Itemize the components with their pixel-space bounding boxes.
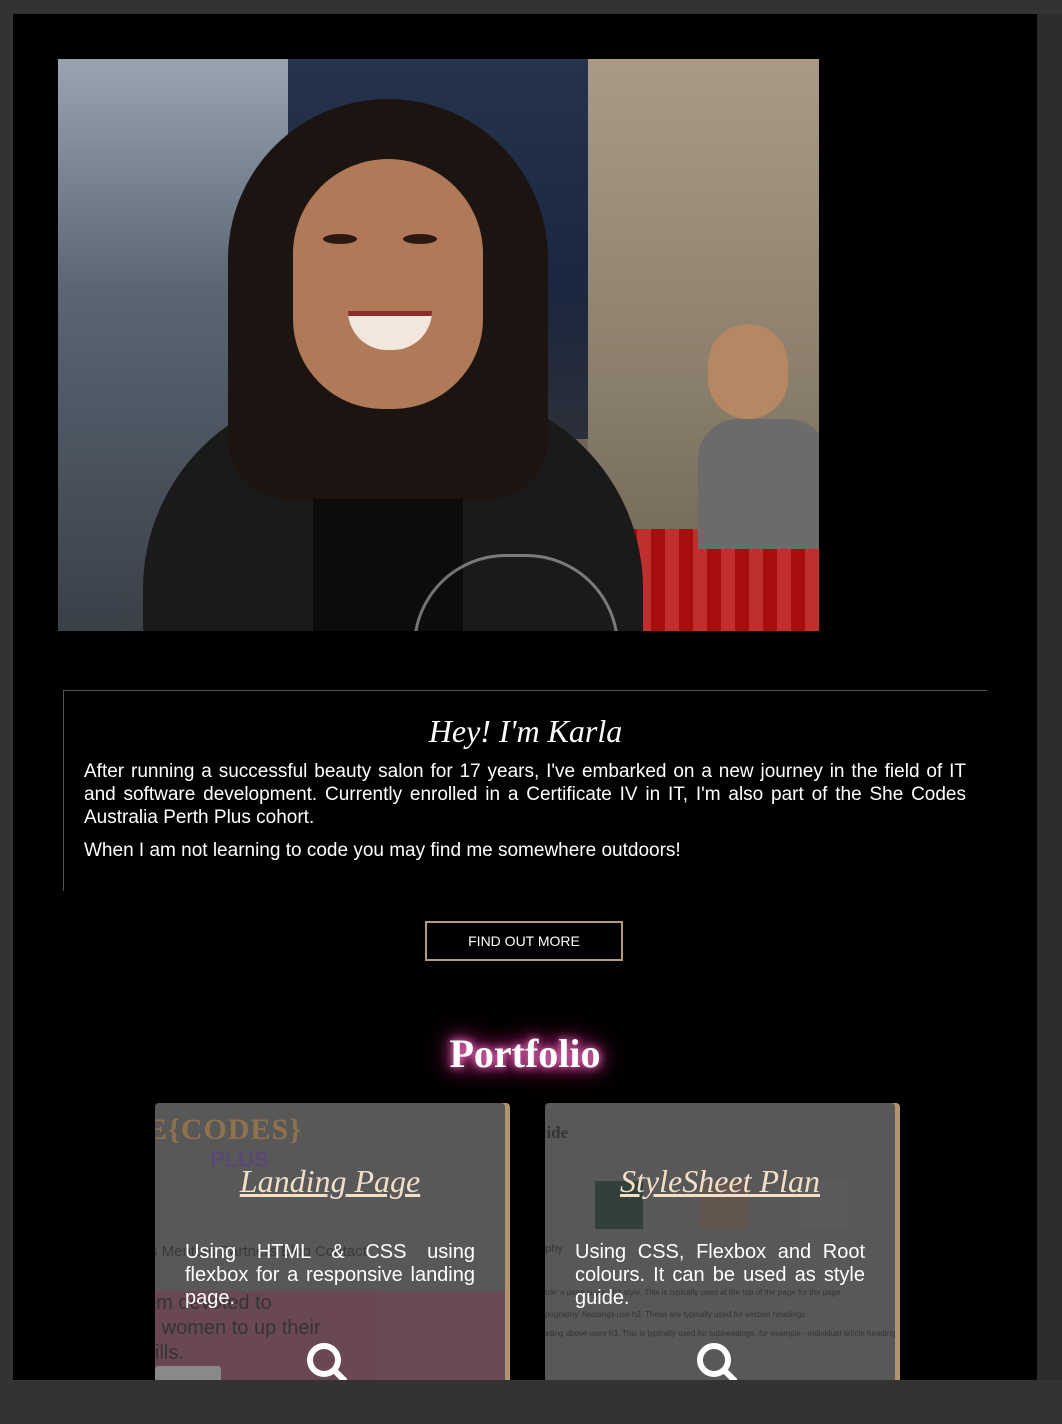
about-paragraph-1: After running a successful beauty salon …: [84, 761, 966, 828]
card-description: Using HTML & CSS using flexbox for a res…: [185, 1241, 475, 1309]
thumb-line: heading above uses h3. This is typically…: [545, 1329, 895, 1338]
portfolio-card-stylesheet-plan[interactable]: uide phy Guide' a page is your h1 style.…: [545, 1103, 895, 1380]
thumb-button: [155, 1366, 221, 1380]
photo-face: [293, 159, 483, 409]
card-title-link[interactable]: StyleSheet Plan: [545, 1163, 895, 1200]
scrollbar-gutter[interactable]: [1037, 14, 1062, 1380]
find-out-more-button[interactable]: FIND OUT MORE: [425, 921, 623, 961]
portfolio-title: Portfolio: [449, 1031, 601, 1076]
thumb-hero-line: g women to up their: [155, 1317, 321, 1339]
about-title: Hey! I'm Karla: [428, 713, 623, 749]
thumb-label: phy: [545, 1243, 563, 1255]
thumb-heading: uide: [545, 1123, 569, 1142]
photo-background-person: [708, 324, 788, 419]
portfolio-card-landing-page[interactable]: E{CODES} PLUS rs Mentors Partners Blog C…: [155, 1103, 505, 1380]
page-viewport: Hey! I'm Karla After running a successfu…: [13, 14, 1037, 1380]
about-paragraph-2: When I am not learning to code you may f…: [84, 840, 681, 861]
card-description: Using CSS, Flexbox and Root colours. It …: [575, 1241, 865, 1309]
search-icon[interactable]: [695, 1341, 737, 1380]
thumb-hero-line: kills.: [155, 1342, 184, 1364]
search-icon[interactable]: [305, 1341, 347, 1380]
photo-eye-left: [323, 234, 357, 244]
thumb-logo: E{CODES}: [155, 1113, 303, 1146]
card-title-link[interactable]: Landing Page: [155, 1163, 505, 1200]
photo-background-person-body: [698, 419, 819, 549]
about-section: Hey! I'm Karla After running a successfu…: [63, 690, 987, 891]
thumb-line: 'Typography' headings use h2. These are …: [545, 1310, 808, 1319]
profile-photo: [58, 59, 819, 631]
photo-eye-right: [403, 234, 437, 244]
